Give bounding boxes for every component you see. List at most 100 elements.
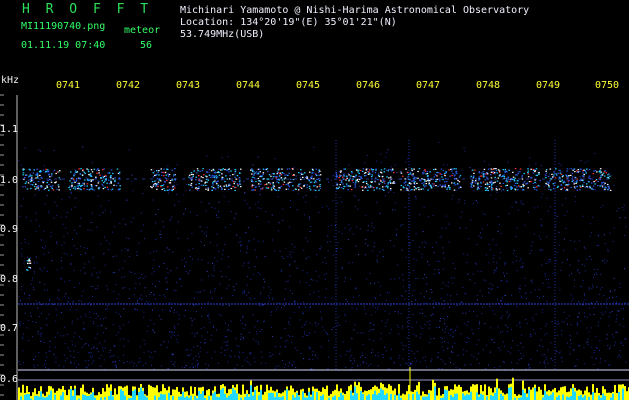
noise-dot bbox=[115, 364, 117, 366]
noise-dot bbox=[263, 321, 265, 323]
echo-dot bbox=[451, 182, 453, 184]
noise-dot bbox=[450, 295, 452, 297]
echo-dot bbox=[158, 179, 161, 181]
echo-dot bbox=[251, 186, 253, 188]
noise-dot bbox=[19, 300, 21, 302]
noise-dot bbox=[84, 327, 86, 329]
noise-dot bbox=[67, 301, 69, 303]
noise-dot bbox=[176, 267, 178, 269]
noise-dot bbox=[561, 361, 563, 362]
noise-dot bbox=[522, 203, 524, 205]
noise-dot bbox=[601, 287, 603, 288]
echo-dot bbox=[207, 179, 210, 181]
noise-dot bbox=[73, 336, 75, 338]
activity-bar-inner bbox=[162, 394, 164, 400]
noise-dot bbox=[299, 281, 301, 283]
noise-dot bbox=[511, 206, 513, 208]
echo-dot bbox=[454, 184, 457, 186]
echo-dot bbox=[481, 175, 483, 177]
noise-dot bbox=[500, 252, 501, 254]
noise-dot bbox=[449, 358, 451, 360]
noise-dot bbox=[289, 317, 291, 319]
echo-dot bbox=[486, 176, 488, 178]
noise-dot bbox=[555, 260, 557, 262]
noise-dot bbox=[201, 259, 203, 261]
noise-dot bbox=[259, 330, 261, 332]
echo-dot bbox=[574, 171, 576, 173]
noise-dot bbox=[599, 288, 601, 290]
noise-dot bbox=[532, 241, 534, 243]
noise-dot bbox=[492, 239, 494, 241]
noise-dot bbox=[596, 269, 598, 270]
echo-dot bbox=[223, 185, 225, 187]
noise-dot bbox=[150, 292, 152, 293]
noise-dot bbox=[309, 216, 310, 218]
noise-dot bbox=[303, 250, 305, 251]
noise-dot bbox=[536, 350, 538, 352]
noise-dot bbox=[592, 286, 594, 288]
noise-dot bbox=[18, 360, 20, 362]
noise-dot bbox=[540, 327, 542, 329]
echo-dot bbox=[372, 171, 374, 173]
noise-dot bbox=[530, 292, 532, 293]
noise-dot bbox=[328, 208, 330, 210]
noise-dot bbox=[467, 273, 469, 275]
noise-dot bbox=[315, 354, 316, 356]
noise-dot bbox=[376, 202, 378, 203]
noise-dot bbox=[443, 300, 445, 302]
noise-dot bbox=[97, 276, 99, 278]
echo-dot bbox=[191, 177, 193, 179]
echo-dot bbox=[303, 185, 305, 187]
activity-bar-inner bbox=[572, 387, 574, 400]
noise-dot bbox=[500, 332, 501, 334]
noise-dot bbox=[185, 208, 187, 210]
echo-dot bbox=[346, 185, 348, 187]
activity-bar-inner bbox=[466, 394, 468, 400]
echo-dot bbox=[173, 174, 176, 176]
activity-bar-inner bbox=[482, 394, 484, 400]
noise-dot bbox=[583, 363, 585, 365]
noise-dot bbox=[454, 268, 456, 270]
activity-bar bbox=[102, 387, 104, 400]
noise-dot bbox=[417, 278, 419, 279]
noise-dot bbox=[593, 314, 595, 315]
noise-dot bbox=[464, 203, 466, 205]
noise-dot bbox=[137, 300, 138, 302]
noise-dot bbox=[41, 340, 43, 342]
echo-dot bbox=[490, 168, 493, 170]
noise-dot bbox=[80, 316, 82, 318]
echo-dot bbox=[485, 173, 487, 175]
noise-dot bbox=[92, 360, 94, 362]
echo-dot bbox=[588, 177, 590, 179]
noise-dot bbox=[112, 361, 114, 363]
activity-bar-inner bbox=[86, 396, 88, 400]
echo-dot bbox=[251, 173, 253, 175]
echo-dot bbox=[601, 182, 603, 184]
echo-dot bbox=[117, 182, 120, 184]
noise-dot bbox=[145, 276, 147, 278]
echo-dot bbox=[206, 181, 208, 183]
noise-dot bbox=[206, 235, 207, 237]
echo-dot bbox=[527, 168, 529, 170]
noise-dot bbox=[359, 185, 360, 187]
echo-dot bbox=[193, 170, 195, 172]
noise-dot bbox=[350, 227, 352, 229]
noise-dot bbox=[466, 350, 468, 352]
echo-dot bbox=[31, 177, 33, 179]
noise-dot bbox=[371, 225, 373, 227]
echo-dot bbox=[506, 184, 509, 186]
noise-dot bbox=[227, 156, 229, 158]
noise-dot bbox=[557, 335, 559, 337]
noise-dot bbox=[303, 358, 305, 360]
noise-dot bbox=[165, 277, 166, 279]
noise-dot bbox=[221, 347, 222, 349]
echo-dot bbox=[51, 186, 53, 188]
noise-dot bbox=[153, 294, 155, 296]
activity-bar-inner bbox=[374, 390, 376, 400]
echo-dot bbox=[42, 182, 44, 184]
noise-dot bbox=[310, 226, 312, 227]
noise-dot bbox=[250, 351, 252, 353]
noise-dot bbox=[405, 362, 407, 364]
echo-dot bbox=[538, 172, 540, 174]
activity-bar bbox=[118, 386, 120, 400]
